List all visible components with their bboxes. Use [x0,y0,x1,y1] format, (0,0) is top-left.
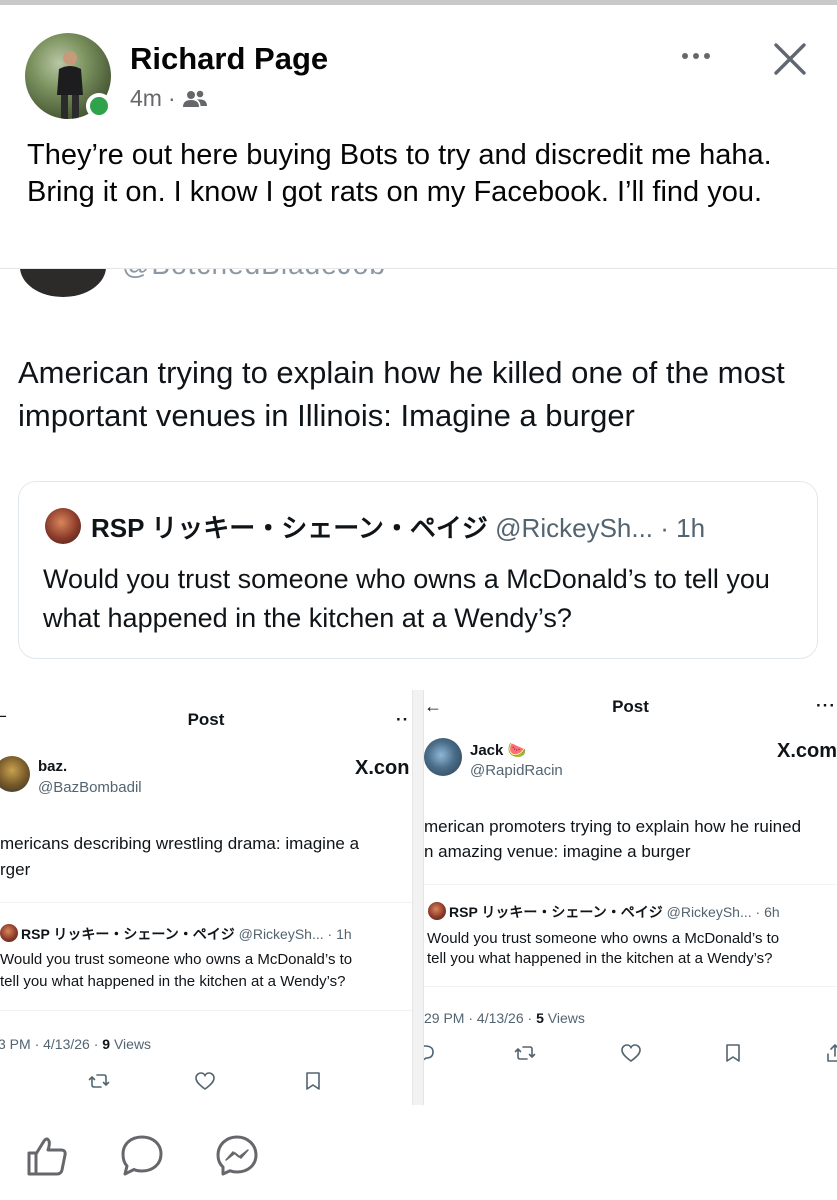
tweet-meta: 3 PM · 4/13/26 · 9 Views [0,1036,151,1052]
baz-avatar [0,756,30,792]
like-icon[interactable] [23,1132,71,1180]
comment-icon[interactable] [118,1132,166,1180]
quoted-header: RSP リッキー・シェーン・ペイジ @RickeySh... · 6h [449,902,780,922]
share-icon[interactable] [824,1042,837,1064]
online-status-dot [86,93,112,119]
retweet-icon[interactable] [88,1070,110,1092]
views-label: Views [547,1010,585,1026]
author-name: baz. [38,758,68,775]
post-title: Post [612,697,649,716]
tweet-text-line-1: mericans describing wrestling drama: ima… [0,834,360,853]
tweet-text-line-1: merican promoters trying to explain how … [424,817,802,836]
quoted-author-name: RSP リッキー・シェーン・ペイジ [91,513,488,543]
quoted-author-avatar [45,508,81,544]
post-time[interactable]: 4m [130,85,162,112]
post-text: They’re out here buying Bots to try and … [27,139,772,208]
quoted-name: RSP リッキー・シェーン・ペイジ [21,926,235,942]
tweet-author-handle: @BotchedBladeJob [122,269,386,281]
tweet-text: American trying to explain how he killed… [18,355,785,433]
tweet-text-line-2: rger [0,860,31,879]
author-name[interactable]: Richard Page [130,41,328,77]
like-heart-icon[interactable] [194,1070,216,1092]
quoted-line-2: tell you what happened in the kitchen at… [0,973,346,990]
right-tweet-screenshot: ← Post ··· Jack 🍉 @RapidRacin X.com meri… [423,690,837,1105]
more-options-icon[interactable] [676,41,716,71]
views-count: 9 [102,1036,111,1052]
author-name: Jack 🍉 [470,742,527,759]
quoted-line-1: Would you trust someone who owns a McDon… [427,930,780,947]
tweet-screenshot: @BotchedBladeJob American trying to expl… [0,268,837,683]
quoted-handle: @RickeySh... · 6h [666,904,780,920]
like-heart-icon[interactable] [620,1042,642,1064]
views-label: Views [113,1036,152,1052]
x-watermark: X.com [777,740,837,762]
x-watermark: X.con [355,757,410,779]
views-count: 5 [536,1010,544,1026]
divider [424,986,837,987]
quoted-tweet-header: RSP リッキー・シェーン・ペイジ @RickeySh... · 1h [91,508,705,545]
messenger-icon[interactable] [213,1132,261,1180]
bookmark-icon[interactable] [302,1070,324,1092]
quoted-header: RSP リッキー・シェーン・ペイジ @RickeySh... · 1h [21,924,352,944]
friends-audience-icon[interactable] [182,89,208,109]
meta-separator: · [167,85,176,111]
quoted-line-1: Would you trust someone who owns a McDon… [0,951,353,968]
post-title: Post [187,710,225,729]
person-silhouette [57,51,83,119]
meta-time: 29 PM · 4/13/26 · [424,1010,533,1026]
close-icon[interactable] [770,39,810,79]
author-handle: @BazBombadil [38,779,142,796]
quoted-handle: @RickeySh... · 1h [238,926,352,942]
quoted-author-handle: @RickeySh... · 1h [495,513,706,543]
divider [0,1010,412,1011]
retweet-icon[interactable] [514,1042,536,1064]
quoted-tweet: RSP リッキー・シェーン・ペイジ @RickeySh... · 1h Woul… [18,481,818,659]
more-icon: ·· [396,710,410,729]
tweet-author-avatar [20,269,106,297]
quoted-author-avatar [428,902,446,920]
more-icon[interactable]: ··· [816,696,836,716]
tweet-meta: 29 PM · 4/13/26 · 5 Views [424,1010,585,1026]
divider [0,902,412,903]
screenshot-gap [413,690,423,1105]
post-action-bar [0,1110,837,1200]
quoted-author-avatar [0,924,18,942]
jack-avatar [424,738,462,776]
post-header: Richard Page 4m · [0,5,837,130]
bookmark-icon[interactable] [722,1042,744,1064]
quoted-tweet-text: Would you trust someone who owns a McDon… [43,564,770,633]
quoted-line-2: tell you what happened in the kitchen at… [427,950,773,967]
author-handle: @RapidRacin [470,762,563,779]
quoted-name: RSP リッキー・シェーン・ペイジ [449,904,663,920]
tweet-text-line-2: n amazing venue: imagine a burger [424,842,691,861]
post-meta: 4m · [130,85,208,112]
meta-time: 3 PM · 4/13/26 · [0,1036,99,1052]
reply-icon[interactable] [423,1042,436,1064]
left-tweet-screenshot: – Post ·· baz. @BazBombadil X.con merica… [0,690,413,1105]
divider [424,884,837,885]
